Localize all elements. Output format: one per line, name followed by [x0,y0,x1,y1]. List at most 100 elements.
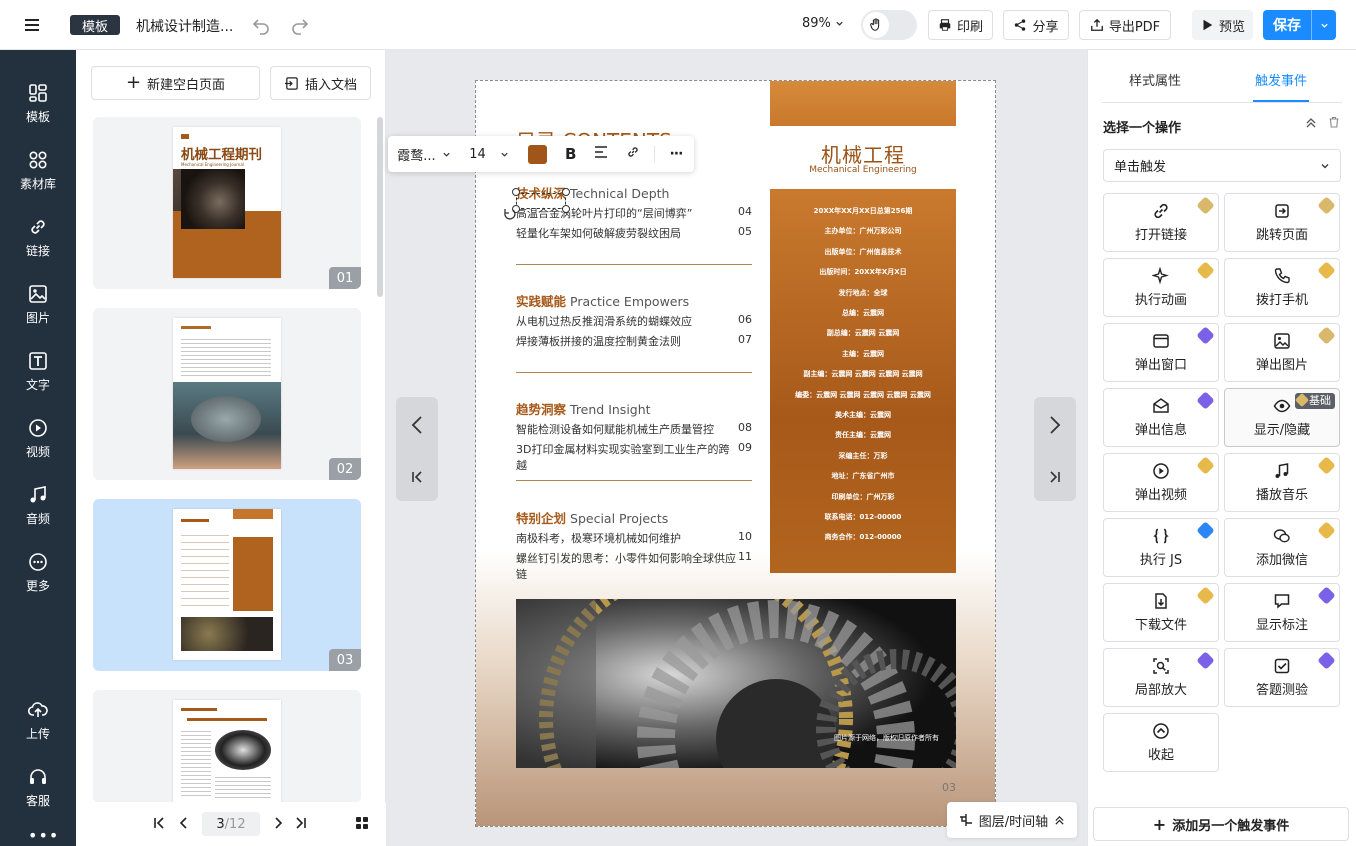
font-size-select[interactable]: 14 [460,147,518,162]
toc-entry[interactable]: 从电机过热反推润滑系统的蝴蝶效应 06 [516,313,752,329]
prev-page-nav[interactable] [396,397,438,501]
page-thumbnail-1[interactable]: 机械工程期刊 Mechanical Engineering Journal 01 [93,117,361,289]
insert-document-button[interactable]: 插入文档 [270,66,371,100]
tab-style-properties[interactable]: 样式属性 [1088,70,1222,89]
vip-badge-icon [1317,196,1336,215]
action-eye[interactable]: 显示/隐藏 基础 [1224,388,1340,447]
comment-icon [1274,594,1290,609]
sidebar-item-link[interactable]: 链接 [0,208,76,268]
hand-tool-toggle[interactable] [861,10,917,40]
grid-view-icon[interactable] [355,816,369,834]
toc-section-heading[interactable]: 特别企划 Special Projects [516,508,668,527]
document-title[interactable]: 机械设计制造... [136,16,233,36]
sidebar-item-material[interactable]: 素材库 [0,141,76,201]
page-thumbnail-4[interactable] [93,690,361,803]
text-selection-box[interactable] [516,193,566,209]
sidebar-item-template[interactable]: 模板 [0,74,76,134]
play-icon [1203,19,1213,31]
preview-button[interactable]: 预览 [1192,10,1253,40]
document-page[interactable]: 机械工程 Mechanical Engineering 20XX年XX月XX日总… [475,80,996,827]
redo-icon[interactable] [290,15,310,35]
next-page-icon[interactable] [272,817,284,833]
font-family-select[interactable]: 霞鹜... [388,145,460,164]
prev-page-icon[interactable] [178,817,190,833]
first-page-icon[interactable] [153,817,165,833]
print-button[interactable]: 印刷 [928,10,993,40]
action-download[interactable]: 下载文件 [1103,583,1219,642]
action-quiz[interactable]: 答题测验 [1224,648,1340,707]
text-color-swatch[interactable] [528,144,547,164]
resize-handle[interactable] [562,205,570,213]
vip-badge-icon [1196,586,1215,605]
action-collapse[interactable]: 收起 [1103,713,1219,772]
action-link[interactable]: 打开链接 [1103,193,1219,252]
action-jump-page[interactable]: 跳转页面 [1224,193,1340,252]
sidebar-item-image[interactable]: 图片 [0,275,76,335]
toc-entry[interactable]: 焊接薄板拼接的温度控制黄金法则 07 [516,333,752,349]
new-blank-page-button[interactable]: + 新建空白页面 [91,66,260,100]
toc-section-cn: 趋势洞察 [516,402,567,417]
page-thumbnail-3[interactable]: 03 [93,499,361,671]
header-color-block [770,81,956,126]
action-music[interactable]: 播放音乐 [1224,453,1340,512]
thumb-page-preview [173,509,281,660]
bold-icon[interactable]: B [565,145,576,163]
zoom-select[interactable]: 89% [802,16,844,31]
layer-timeline-button[interactable]: 图层/时间轴 [947,802,1077,838]
info-panel[interactable]: 20XX年XX月XX日总第256期 主办单位：广州万彩公司 出版单位：广州信息技术出… [770,189,956,573]
action-code[interactable]: 执行 JS [1103,518,1219,577]
action-phone[interactable]: 拨打手机 [1224,258,1340,317]
next-page-nav[interactable] [1034,397,1076,501]
sidebar-item-video[interactable]: 视频 [0,409,76,469]
last-page-icon[interactable] [295,817,307,833]
resize-handle[interactable] [562,188,570,196]
vip-badge-icon [1317,326,1336,345]
page-number-input[interactable]: 3 /12 [202,812,260,836]
gear-photo[interactable]: 图片源于网络，版权归原作者所有 [516,599,956,768]
brand-title[interactable]: 机械工程 [770,139,956,168]
sidebar-item-upload[interactable]: 上传 [0,691,76,751]
action-image[interactable]: 弹出图片 [1224,323,1340,382]
action-zoom[interactable]: 局部放大 [1103,648,1219,707]
toc-entry[interactable]: 螺丝钉引发的思考：小零件如何影响全球供应链 11 [516,550,752,582]
tab-trigger-events[interactable]: 触发事件 [1214,70,1348,89]
export-pdf-button[interactable]: 导出PDF [1079,10,1171,40]
sidebar-item-audio[interactable]: 音频 [0,476,76,536]
more-dots-icon[interactable]: ••• [28,826,59,845]
sidebar-item-support[interactable]: 客服 [0,758,76,818]
rotate-handle-icon[interactable] [502,207,516,221]
action-mail[interactable]: 弹出信息 [1103,388,1219,447]
pages-scrollbar[interactable] [377,117,383,297]
save-dropdown[interactable] [1311,10,1336,40]
action-wechat[interactable]: 添加微信 [1224,518,1340,577]
save-button[interactable]: 保存 [1263,10,1336,40]
trigger-select[interactable]: 单击触发 [1103,149,1341,182]
collapse-section-icon[interactable] [1305,117,1317,133]
menu-icon[interactable] [22,15,42,35]
link-icon[interactable] [626,145,640,163]
action-sparkle[interactable]: 执行动画 [1103,258,1219,317]
action-label: 显示标注 [1255,618,1308,633]
page-thumbnail-2[interactable]: 02 [93,308,361,480]
action-comment[interactable]: 显示标注 [1224,583,1340,642]
toc-entry[interactable]: 3D打印金属材料实现实验室到工业生产的跨越 09 [516,441,752,473]
sidebar-item-more[interactable]: 更多 [0,543,76,603]
delete-icon[interactable] [1328,116,1340,132]
share-button[interactable]: 分享 [1003,10,1069,40]
more-options-icon[interactable]: ··· [654,146,683,162]
toc-entry-page: 07 [738,333,752,346]
action-play[interactable]: 弹出视频 [1103,453,1219,512]
add-trigger-button[interactable]: + 添加另一个触发事件 [1093,807,1349,841]
action-window[interactable]: 弹出窗口 [1103,323,1219,382]
toc-entry[interactable]: 南极科考，极寒环境机械如何维护 10 [516,530,752,546]
toc-section-heading[interactable]: 趋势洞察 Trend Insight [516,399,651,418]
toc-entry[interactable]: 智能检测设备如何赋能机械生产质量管控 08 [516,421,752,437]
toc-entry[interactable]: 轻量化车架如何破解疲劳裂纹困局 05 [516,225,752,241]
align-icon[interactable] [594,145,608,163]
undo-icon[interactable] [251,15,271,35]
brand-subtitle[interactable]: Mechanical Engineering [770,165,956,175]
sidebar-item-text[interactable]: 文字 [0,342,76,402]
resize-handle[interactable] [512,188,520,196]
toc-section-heading[interactable]: 实践赋能 Practice Empowers [516,291,689,310]
action-label: 添加微信 [1255,553,1308,568]
